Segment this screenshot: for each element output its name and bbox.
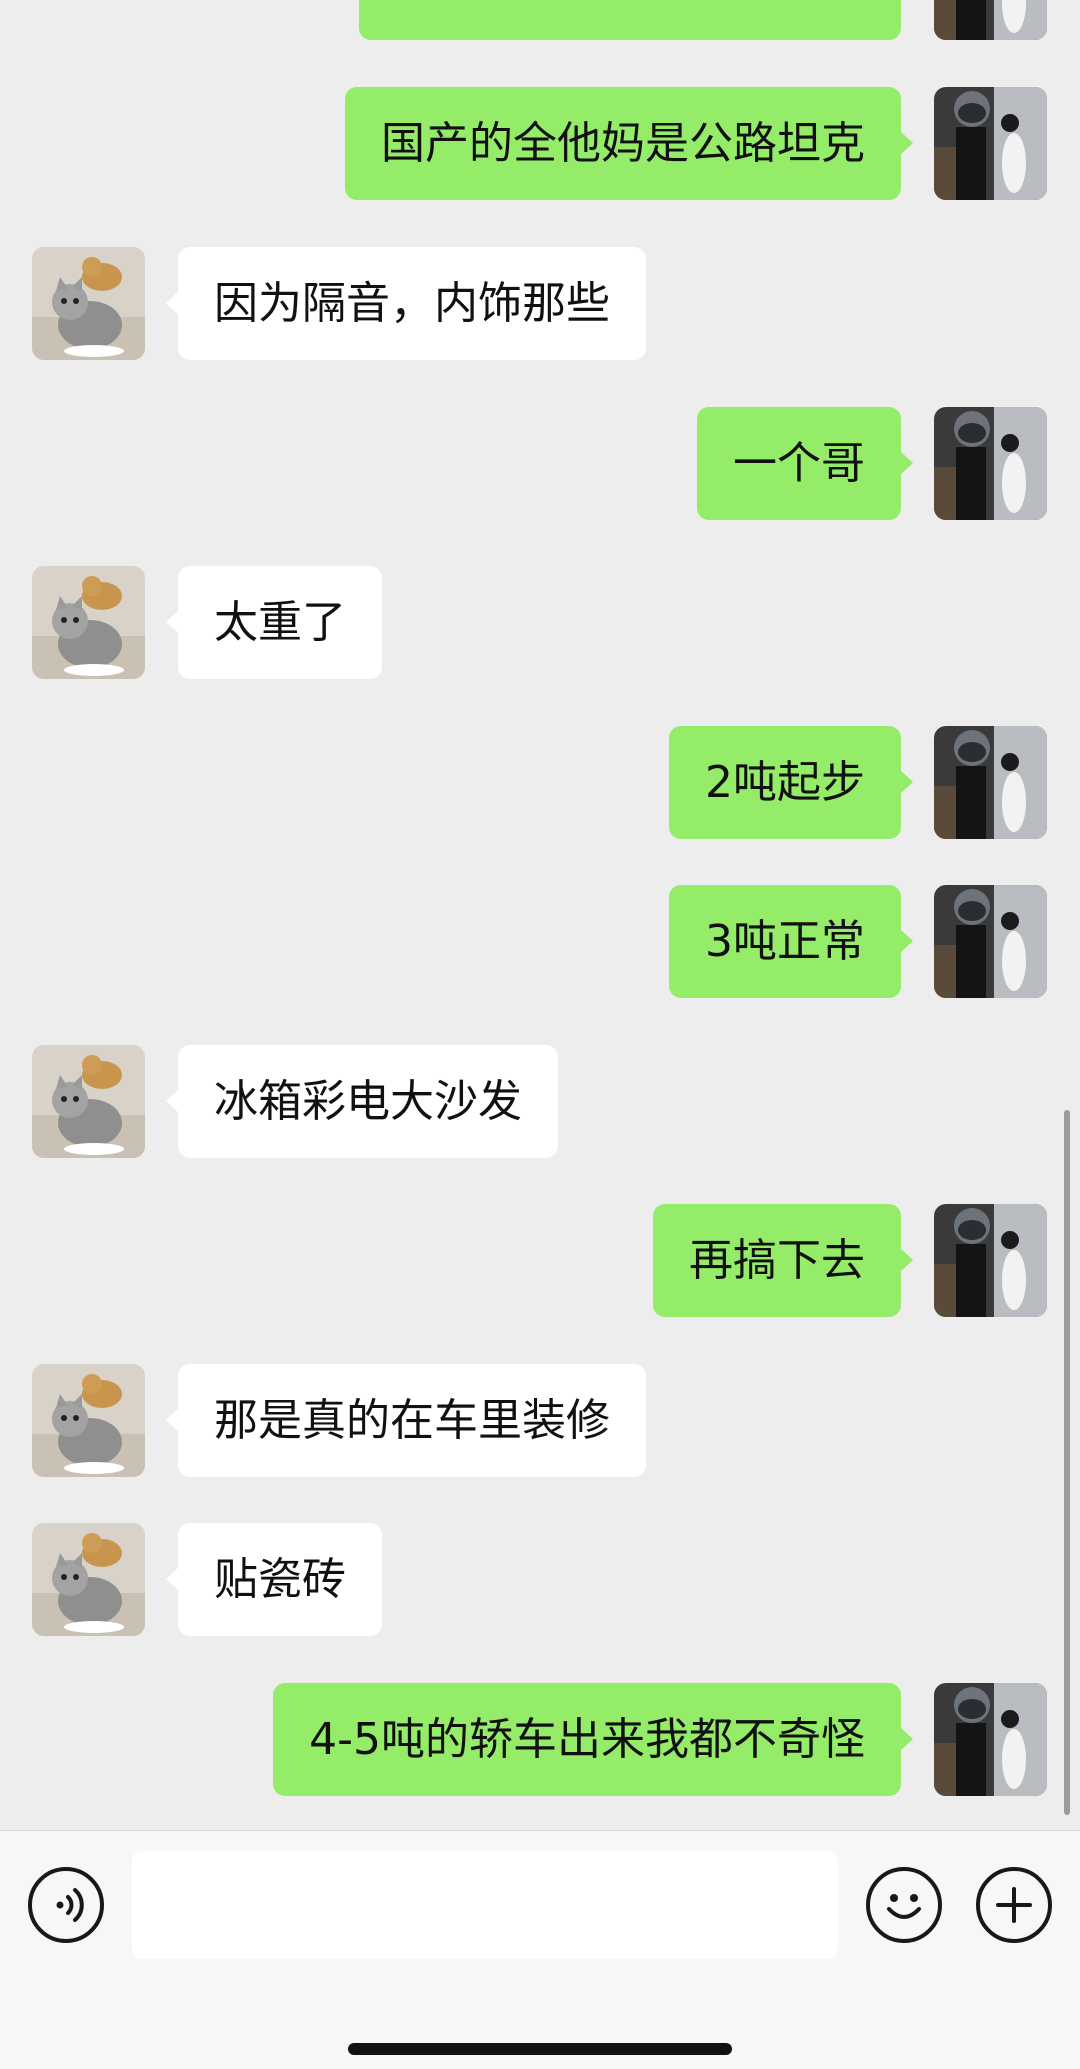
user-avatar[interactable] [934,1204,1047,1317]
user-avatar-image [934,87,1047,200]
message-bubble[interactable] [359,0,901,40]
message-incoming: 冰箱彩电大沙发 [0,1045,1080,1158]
message-incoming: 那是真的在车里装修 [0,1364,1080,1477]
message-bubble[interactable]: 贴瓷砖 [166,1523,382,1636]
chat-scrollbar[interactable] [1064,1110,1070,1815]
user-avatar-image [934,1683,1047,1796]
input-bar [0,1830,1080,2069]
message-bubble[interactable]: 3吨正常 [669,885,913,998]
voice-input-button[interactable] [28,1867,104,1943]
emoji-icon [887,1894,921,1919]
message-bubble[interactable]: 冰箱彩电大沙发 [166,1045,558,1158]
contact-avatar[interactable] [32,247,145,360]
message-bubble[interactable]: 因为隔音，内饰那些 [166,247,646,360]
contact-avatar[interactable] [32,566,145,679]
user-avatar[interactable] [934,1683,1047,1796]
user-avatar-image [934,885,1047,998]
message-outgoing: 国产的全他妈是公路坦克 [0,87,1080,200]
message-bubble[interactable]: 太重了 [166,566,382,679]
user-avatar[interactable] [934,0,1047,40]
message-bubble[interactable]: 一个哥 [697,407,913,520]
message-outgoing: 4-5吨的轿车出来我都不奇怪 [0,1683,1080,1796]
message-outgoing [0,0,1080,40]
emoji-button[interactable] [866,1867,942,1943]
message-incoming: 贴瓷砖 [0,1523,1080,1636]
user-avatar-image [934,1204,1047,1317]
message-bubble[interactable]: 4-5吨的轿车出来我都不奇怪 [273,1683,913,1796]
message-bubble[interactable]: 2吨起步 [669,726,913,839]
chat-message-list[interactable]: 国产的全他妈是公路坦克 因为隔音，内饰那些 一个哥 太重了 2吨起步 3吨正常 [0,0,1080,1830]
user-avatar[interactable] [934,726,1047,839]
message-outgoing: 一个哥 [0,407,1080,520]
more-button[interactable] [976,1867,1052,1943]
contact-avatar-image [32,1045,145,1158]
voice-icon [56,1888,84,1922]
message-incoming: 太重了 [0,566,1080,679]
message-outgoing: 2吨起步 [0,726,1080,839]
contact-avatar[interactable] [32,1523,145,1636]
contact-avatar-image [32,247,145,360]
home-indicator [348,2043,732,2055]
contact-avatar[interactable] [32,1364,145,1477]
user-avatar[interactable] [934,885,1047,998]
message-incoming: 因为隔音，内饰那些 [0,247,1080,360]
user-avatar[interactable] [934,87,1047,200]
user-avatar-image [934,407,1047,520]
message-bubble[interactable]: 国产的全他妈是公路坦克 [345,87,913,200]
contact-avatar-image [32,1523,145,1636]
contact-avatar[interactable] [32,1045,145,1158]
message-outgoing: 3吨正常 [0,885,1080,998]
user-avatar-image [934,0,1047,40]
user-avatar[interactable] [934,407,1047,520]
message-input[interactable] [132,1851,838,1959]
user-avatar-image [934,726,1047,839]
message-outgoing: 再搞下去 [0,1204,1080,1317]
message-bubble[interactable]: 再搞下去 [653,1204,913,1317]
message-bubble[interactable]: 那是真的在车里装修 [166,1364,646,1477]
contact-avatar-image [32,566,145,679]
plus-icon [996,1887,1032,1923]
contact-avatar-image [32,1364,145,1477]
